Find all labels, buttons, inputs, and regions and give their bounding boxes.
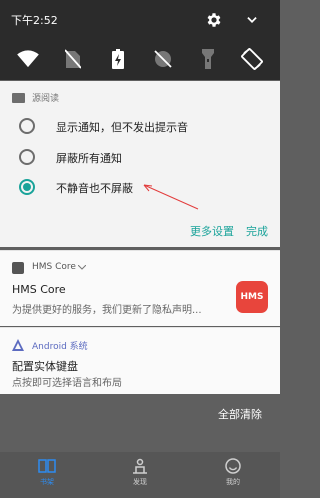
- android-body: 点按即可选择语言和布局: [12, 378, 122, 389]
- wifi-icon[interactable]: [16, 47, 40, 71]
- annotation-arrow: [143, 184, 199, 210]
- option-label-normal: 不静音也不屏蔽: [56, 182, 133, 195]
- more-settings-button[interactable]: 更多设置: [190, 223, 234, 239]
- tab-label-mine: 我的: [226, 478, 240, 486]
- battery-charging-icon[interactable]: [106, 47, 130, 71]
- auto-rotate-icon[interactable]: [240, 47, 264, 71]
- radio-silent[interactable]: [19, 118, 35, 134]
- option-label-silent: 显示通知，但不发出提示音: [56, 121, 188, 134]
- tab-mine[interactable]: 我的: [213, 458, 253, 487]
- chevron-down-icon[interactable]: [245, 13, 259, 27]
- radio-block-all[interactable]: [19, 149, 35, 165]
- chevron-down-icon[interactable]: [78, 265, 86, 271]
- android-app-name: Android 系统: [32, 342, 88, 352]
- no-sim-icon[interactable]: [61, 47, 85, 71]
- gear-icon[interactable]: [205, 11, 223, 29]
- tab-label-bookshelf: 书架: [40, 478, 54, 486]
- app-icon: [12, 93, 25, 103]
- done-button[interactable]: 完成: [246, 223, 268, 239]
- discover-icon: [133, 458, 147, 474]
- notification-settings-card: 源阅读 显示通知，但不发出提示音 屏蔽所有通知 不静音也不屏蔽 更多设置 完成: [0, 81, 280, 247]
- hms-body: 为提供更好的服务，我们更新了隐私声明...: [12, 305, 202, 316]
- tab-bookshelf[interactable]: 书架: [27, 458, 67, 487]
- hms-notification[interactable]: HMS Core HMS Core 为提供更好的服务，我们更新了隐私声明... …: [0, 250, 280, 326]
- flashlight-icon[interactable]: [196, 47, 220, 71]
- tab-discover[interactable]: 发现: [120, 458, 160, 487]
- quick-settings-shade: 下午2:52: [0, 0, 280, 80]
- data-off-icon[interactable]: [151, 47, 175, 71]
- hms-title: HMS Core: [12, 283, 66, 296]
- bottom-navigation: 书架 发现 我的: [0, 452, 280, 498]
- hms-app-icon: [12, 262, 24, 274]
- option-label-block-all: 屏蔽所有通知: [56, 152, 122, 165]
- hms-app-name: HMS Core: [32, 262, 76, 272]
- smile-icon: [225, 458, 241, 474]
- hms-logo-icon: HMS: [236, 281, 268, 313]
- android-title: 配置实体键盘: [12, 360, 78, 373]
- tab-label-discover: 发现: [133, 478, 147, 486]
- app-name: 源阅读: [32, 94, 60, 104]
- book-icon: [38, 459, 56, 473]
- status-time: 下午2:52: [11, 14, 58, 27]
- radio-normal[interactable]: [19, 179, 35, 195]
- android-keyboard-notification[interactable]: Android 系统 配置实体键盘 点按即可选择语言和布局: [0, 327, 280, 394]
- clear-all-button[interactable]: 全部清除: [218, 406, 262, 422]
- android-icon: [12, 339, 24, 351]
